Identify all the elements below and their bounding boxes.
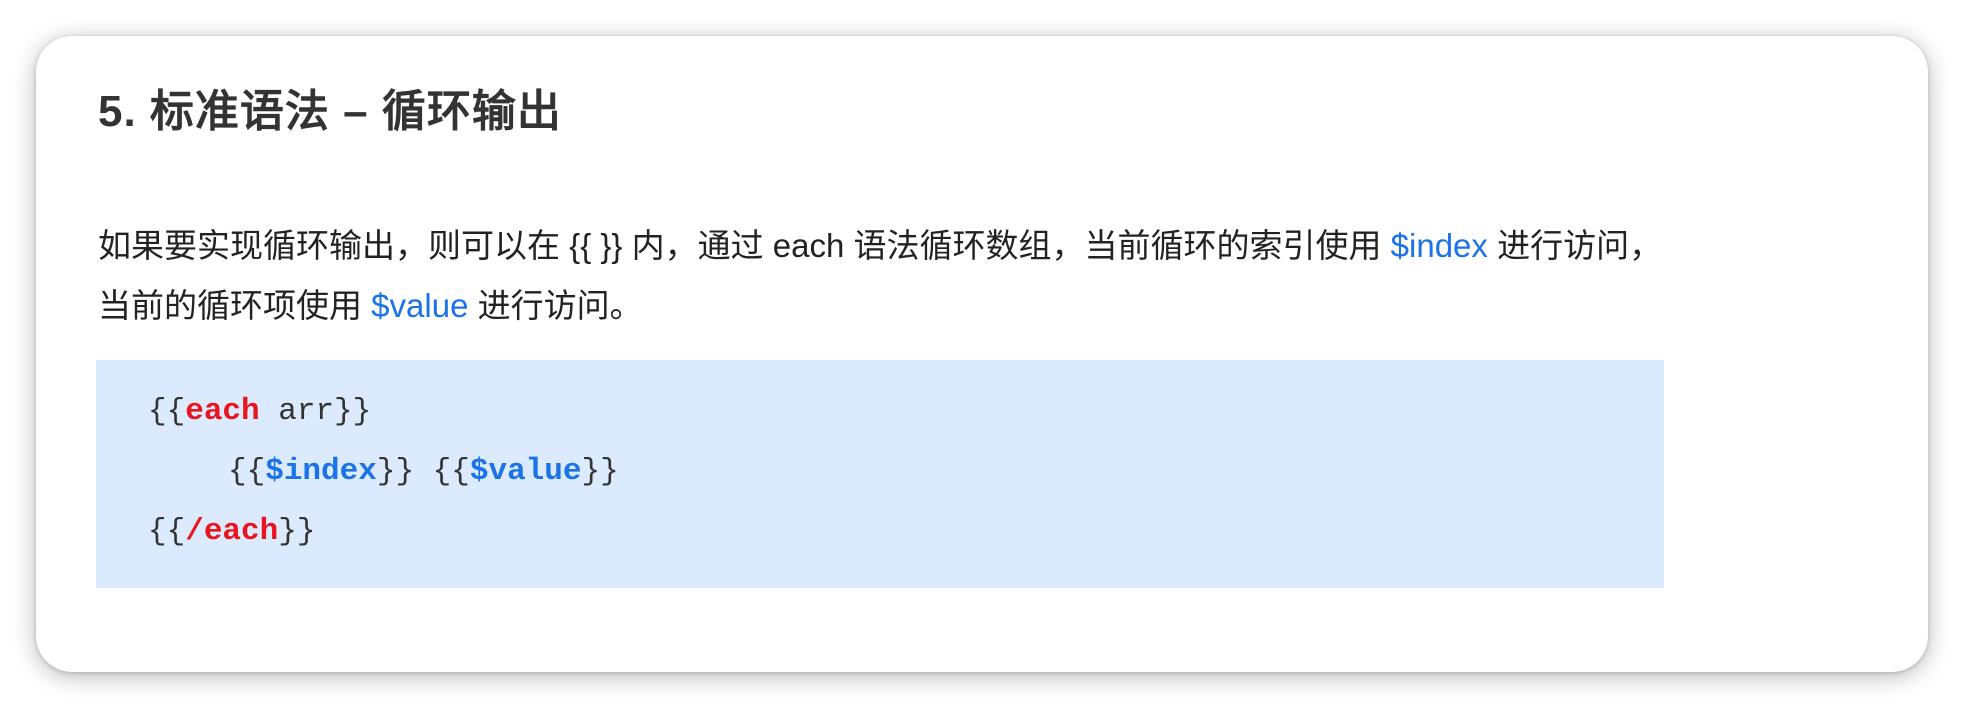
code-line-body: {{$index}} {{$value}}: [148, 442, 1664, 502]
value-variable: $value: [469, 454, 582, 489]
code-brace: }}: [278, 514, 316, 549]
paragraph-line-2: 当前的循环项使用 $value 进行访问。: [98, 276, 1818, 336]
code-brace: {{: [148, 514, 186, 549]
paragraph-text: 进行访问。: [468, 287, 643, 324]
code-brace: {{: [148, 394, 186, 429]
paragraph-text: 当前的循环项使用: [98, 287, 372, 324]
index-variable: $index: [265, 454, 377, 489]
code-brace: }} {{: [376, 454, 470, 489]
code-text: arr}}: [259, 394, 372, 429]
code-line-each-open: {{each arr}}: [148, 382, 1664, 442]
description-paragraph: 如果要实现循环输出，则可以在 {{ }} 内，通过 each 语法循环数组，当前…: [98, 216, 1818, 336]
section-title: 5. 标准语法 – 循环输出: [98, 87, 562, 136]
paragraph-text: 如果要实现循环输出，则可以在 {{ }} 内，通过 each 语法循环数组，当前…: [98, 227, 1391, 264]
code-block: {{each arr}} {{$index}} {{$value}} {{/ea…: [96, 360, 1664, 588]
content-card: 5. 标准语法 – 循环输出 如果要实现循环输出，则可以在 {{ }} 内，通过…: [36, 36, 1928, 672]
code-line-each-close: {{/each}}: [148, 502, 1664, 562]
paragraph-text: 进行访问，: [1487, 227, 1663, 264]
code-brace: }}: [581, 454, 619, 489]
paragraph-line-1: 如果要实现循环输出，则可以在 {{ }} 内，通过 each 语法循环数组，当前…: [98, 216, 1818, 276]
value-variable-highlight: $value: [371, 287, 469, 324]
end-each-keyword: /each: [185, 514, 279, 549]
each-keyword: each: [185, 394, 260, 429]
code-brace: {{: [228, 454, 266, 489]
index-variable-highlight: $index: [1390, 227, 1488, 264]
